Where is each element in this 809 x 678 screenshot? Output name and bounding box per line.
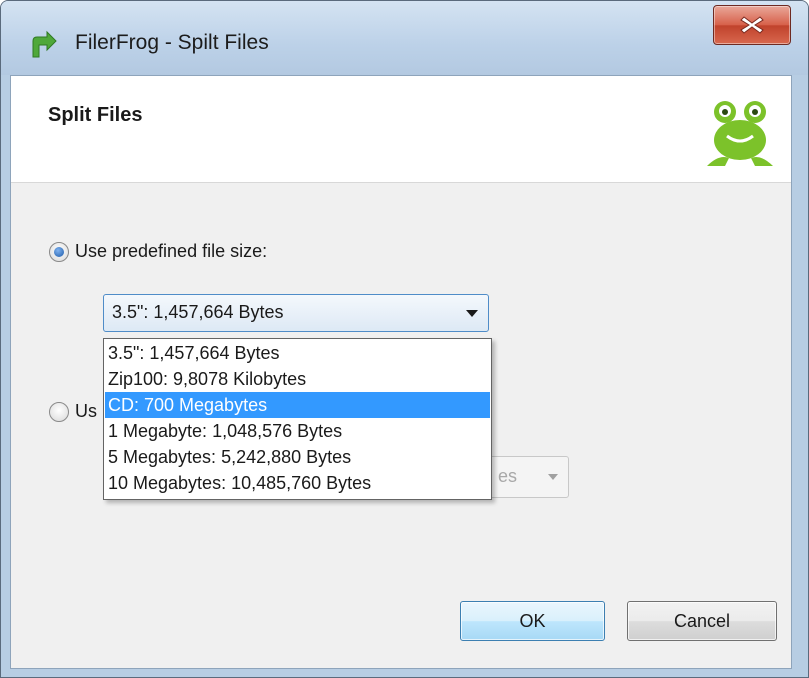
radio-selected-dot: [54, 247, 64, 257]
dropdown-option[interactable]: 1 Megabyte: 1,048,576 Bytes: [105, 418, 490, 444]
close-button[interactable]: [713, 5, 791, 45]
custom-size-label[interactable]: Us: [75, 401, 97, 422]
file-size-combobox[interactable]: 3.5": 1,457,664 Bytes: [103, 294, 489, 332]
header-panel: Split Files: [11, 76, 791, 183]
filerfrog-app-icon: [32, 30, 57, 58]
dialog-body: Split Files Use predefined file size: 3.…: [10, 75, 792, 669]
dropdown-option[interactable]: Zip100: 9,8078 Kilobytes: [105, 366, 490, 392]
window-title: FilerFrog - Spilt Files: [75, 31, 269, 54]
chevron-down-icon: [466, 310, 478, 317]
dialog-window: FilerFrog - Spilt Files Split Files Use …: [0, 0, 809, 678]
size-unit-select: es: [489, 456, 569, 498]
chevron-down-icon: [548, 474, 558, 480]
ok-button[interactable]: OK: [460, 601, 605, 641]
dropdown-option-highlighted[interactable]: CD: 700 Megabytes: [105, 392, 490, 418]
custom-size-radio[interactable]: [49, 402, 69, 422]
close-icon: [740, 16, 764, 34]
frog-logo-icon: [707, 101, 773, 166]
dropdown-option[interactable]: 5 Megabytes: 5,242,880 Bytes: [105, 444, 490, 470]
title-bar[interactable]: FilerFrog - Spilt Files: [1, 1, 808, 75]
predefined-size-label[interactable]: Use predefined file size:: [75, 241, 267, 262]
dropdown-option[interactable]: 10 Megabytes: 10,485,760 Bytes: [105, 470, 490, 496]
cancel-button[interactable]: Cancel: [627, 601, 777, 641]
page-title: Split Files: [48, 104, 143, 126]
combobox-value: 3.5": 1,457,664 Bytes: [112, 302, 284, 322]
dropdown-option[interactable]: 3.5": 1,457,664 Bytes: [105, 340, 490, 366]
file-size-dropdown-list[interactable]: 3.5": 1,457,664 Bytes Zip100: 9,8078 Kil…: [103, 338, 492, 500]
predefined-size-radio[interactable]: [49, 242, 69, 262]
size-unit-value: es: [498, 466, 518, 486]
